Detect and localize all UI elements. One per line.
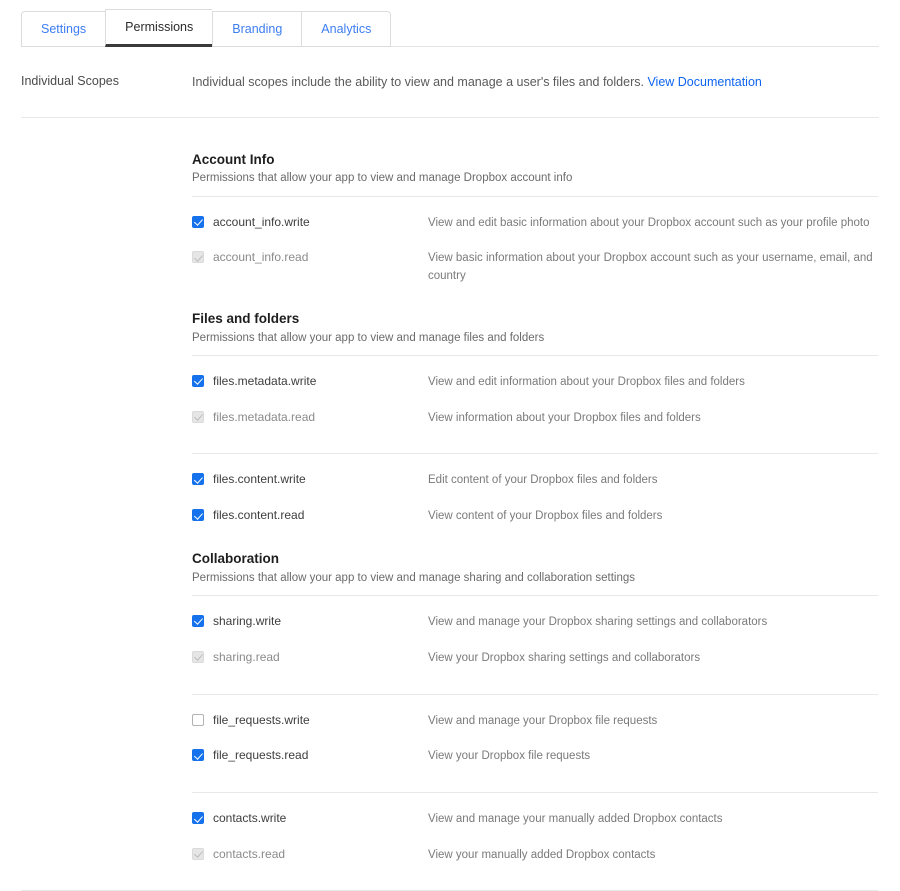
tab-analytics[interactable]: Analytics [301,11,391,47]
scope-row: sharing.write View and manage your Dropbo… [192,605,878,641]
scope-description: View and manage your Dropbox sharing set… [428,614,878,632]
scope-group: account_info.write View and edit basic in… [192,197,878,295]
individual-scopes-header: Individual Scopes Individual scopes incl… [0,47,900,118]
scope-description: View your Dropbox sharing settings and c… [428,650,878,668]
checkbox-files.content.write[interactable] [192,473,204,485]
view-documentation-link[interactable]: View Documentation [647,75,761,89]
scope-name: file_requests.read [213,748,308,763]
scope-description: View your Dropbox file requests [428,748,878,766]
scope-description: View and manage your Dropbox file reques… [428,713,878,731]
checkbox-file_requests.write[interactable] [192,714,204,726]
scope-row: files.metadata.read View information abou… [192,401,878,437]
scope-row: sharing.read View your Dropbox sharing se… [192,641,878,677]
checkbox-files.content.read[interactable] [192,509,204,521]
scope-name: file_requests.write [213,713,310,728]
scope-row: account_info.write View and edit basic in… [192,206,878,242]
scope-row: file_requests.read View your Dropbox file… [192,739,878,775]
scope-description: View content of your Dropbox files and f… [428,508,878,526]
scope-label-group: sharing.write [192,614,428,629]
scope-description: View basic information about your Dropbo… [428,250,878,286]
scope-description: View and edit basic information about yo… [428,215,878,233]
checkbox-account_info.write[interactable] [192,216,204,228]
section-subtitle: Permissions that allow your app to view … [192,170,878,196]
scope-label-group: contacts.write [192,811,428,826]
section-header: Account InfoPermissions that allow your … [192,150,878,197]
scope-row: files.content.write Edit content of your … [192,463,878,499]
checkbox-files.metadata.write[interactable] [192,375,204,387]
scope-description: View and edit information about your Dro… [428,374,878,392]
section-header: Files and foldersPermissions that allow … [192,309,878,356]
scope-label-group: file_requests.read [192,748,428,763]
scope-description: Edit content of your Dropbox files and f… [428,472,878,490]
tab-settings[interactable]: Settings [21,11,105,47]
scope-group: file_requests.write View and manage your … [192,694,878,776]
checkbox-sharing.write[interactable] [192,615,204,627]
scope-group: sharing.write View and manage your Dropbo… [192,596,878,677]
scope-row: contacts.read View your manually added Dr… [192,838,878,874]
scope-label-group: files.content.read [192,508,428,523]
scope-name: files.metadata.read [213,410,315,425]
scope-row: account_info.read View basic information … [192,241,878,295]
scope-label-group: account_info.read [192,250,428,265]
scope-label-group: sharing.read [192,650,428,665]
scope-group: files.content.write Edit content of your … [192,453,878,535]
scope-name: sharing.read [213,650,280,665]
scope-group: contacts.write View and manage your manua… [192,792,878,874]
scope-row: files.content.read View content of your D… [192,499,878,535]
checkbox-files.metadata.read [192,411,204,423]
scope-name: sharing.write [213,614,281,629]
section-header: CollaborationPermissions that allow your… [192,549,878,596]
scope-label-group: files.metadata.write [192,374,428,389]
tab-permissions[interactable]: Permissions [105,9,212,47]
scope-description: View and manage your manually added Drop… [428,811,878,829]
scope-description: View your manually added Dropbox contact… [428,847,878,865]
checkbox-contacts.read [192,848,204,860]
scope-label-group: file_requests.write [192,713,428,728]
scope-label-group: contacts.read [192,847,428,862]
scope-name: contacts.write [213,811,286,826]
checkbox-contacts.write[interactable] [192,812,204,824]
scope-label-group: account_info.write [192,215,428,230]
scope-row: file_requests.write View and manage your … [192,704,878,740]
tab-strip: SettingsPermissionsBrandingAnalytics [0,0,900,47]
permissions-content: Account InfoPermissions that allow your … [0,118,900,874]
scope-name: account_info.write [213,215,310,230]
scope-name: files.content.read [213,508,304,523]
scope-row: files.metadata.write View and edit inform… [192,365,878,401]
scope-name: files.metadata.write [213,374,316,389]
checkbox-sharing.read [192,651,204,663]
section-subtitle: Permissions that allow your app to view … [192,570,878,596]
individual-scopes-description-text: Individual scopes include the ability to… [192,75,644,89]
scope-label-group: files.content.write [192,472,428,487]
scope-name: contacts.read [213,847,285,862]
scope-name: files.content.write [213,472,306,487]
scope-label-group: files.metadata.read [192,410,428,425]
checkbox-file_requests.read[interactable] [192,749,204,761]
section-title: Collaboration [192,549,878,569]
section-title: Account Info [192,150,878,170]
section-subtitle: Permissions that allow your app to view … [192,330,878,356]
tab-branding[interactable]: Branding [212,11,301,47]
scope-description: View information about your Dropbox file… [428,410,878,428]
checkbox-account_info.read [192,251,204,263]
individual-scopes-label: Individual Scopes [21,73,192,91]
scope-name: account_info.read [213,250,308,265]
section-title: Files and folders [192,309,878,329]
scope-row: contacts.write View and manage your manua… [192,802,878,838]
individual-scopes-description: Individual scopes include the ability to… [192,73,762,92]
scope-group: files.metadata.write View and edit inform… [192,356,878,437]
